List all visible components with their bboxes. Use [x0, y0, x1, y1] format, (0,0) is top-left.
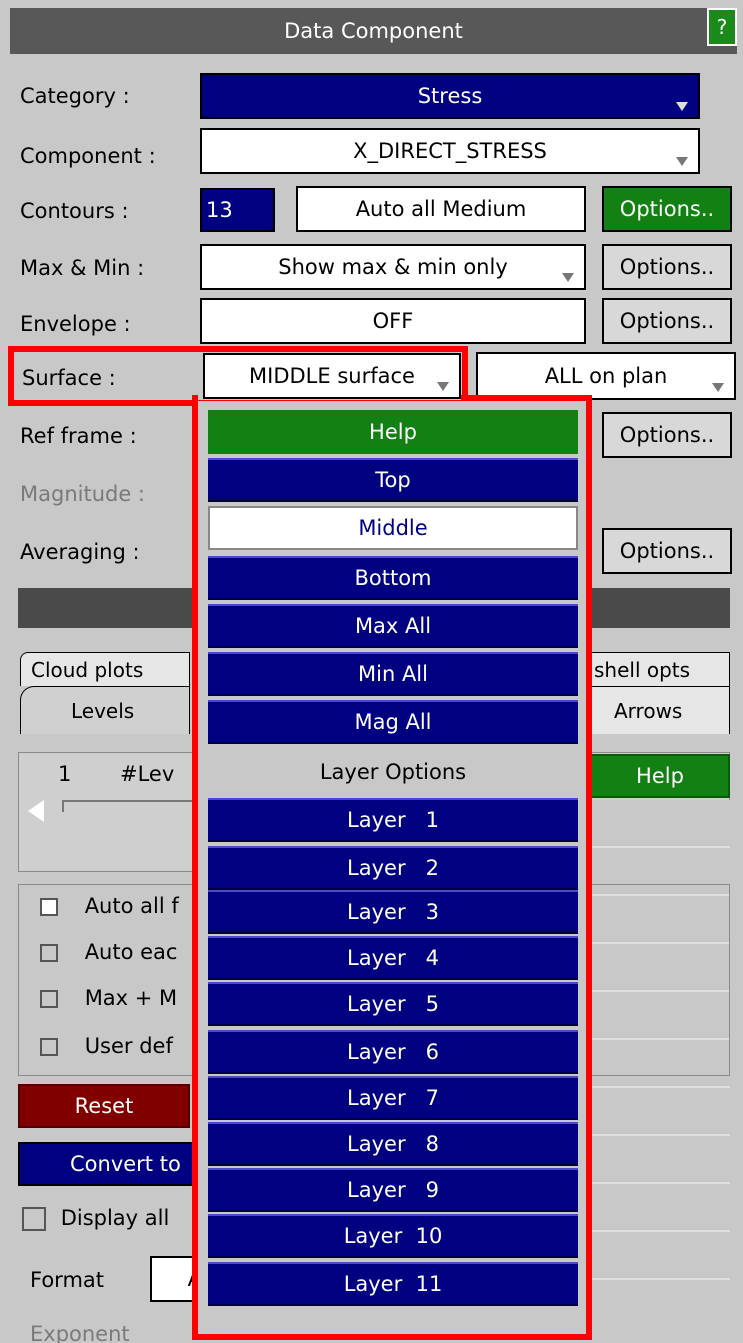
tab-levels[interactable]: Levels	[20, 686, 190, 734]
contours-label: Contours :	[20, 199, 129, 223]
dropdown-item-layer-7[interactable]: Layer 7	[208, 1076, 578, 1120]
reset-label: Reset	[74, 1094, 134, 1118]
checkbox-user-def[interactable]	[40, 1038, 58, 1056]
tab-cloud-plots-label: Cloud plots	[31, 657, 144, 682]
dropdown-layer-options-header: Layer Options	[208, 750, 578, 794]
contours-options-button[interactable]: Options..	[602, 186, 732, 232]
contours-count-input[interactable]: 13	[200, 188, 275, 232]
levels-count-label: #Lev	[120, 762, 175, 786]
category-dropdown[interactable]: Stress	[200, 73, 700, 119]
chevron-down-icon	[712, 383, 724, 392]
slider-left-arrow-icon[interactable]	[28, 800, 44, 822]
tab-arrows-label: Arrows	[614, 698, 683, 723]
averaging-options-button[interactable]: Options..	[602, 528, 732, 574]
dropdown-item-layer-2[interactable]: Layer 2	[208, 846, 578, 890]
component-dropdown[interactable]: X_DIRECT_STRESS	[200, 128, 700, 174]
convert-button[interactable]: Convert to	[18, 1142, 218, 1186]
surface-plan-value: ALL on plan	[544, 364, 668, 388]
category-label: Category :	[20, 84, 130, 108]
chevron-down-icon	[676, 102, 688, 111]
refframe-options-label: Options..	[619, 423, 715, 447]
refframe-label: Ref frame :	[20, 424, 137, 448]
dropdown-item-layer-6[interactable]: Layer 6	[208, 1030, 578, 1074]
chevron-down-icon	[437, 382, 449, 391]
component-label: Component :	[20, 144, 156, 168]
tab-shell-opts-label: shell opts	[594, 657, 691, 682]
checkbox-row[interactable]: Max + M	[40, 986, 177, 1010]
display-all-checkbox[interactable]	[22, 1207, 46, 1231]
averaging-options-label: Options..	[619, 539, 715, 563]
checkbox-auto-each-label: Auto eac	[84, 940, 178, 964]
levels-help-label: Help	[636, 764, 684, 788]
dropdown-item-layer-9[interactable]: Layer 9	[208, 1168, 578, 1212]
surface-label: Surface :	[22, 366, 116, 390]
checkbox-row[interactable]: Auto all f	[40, 894, 179, 918]
surface-dropdown[interactable]: MIDDLE surface	[203, 353, 461, 399]
dropdown-item-layer-10[interactable]: Layer 10	[208, 1214, 578, 1258]
contours-mode-value: Auto all Medium	[355, 197, 527, 221]
envelope-value: OFF	[372, 309, 414, 333]
envelope-label: Envelope :	[20, 312, 131, 336]
tab-shell-opts[interactable]: shell opts	[585, 652, 730, 686]
maxmin-value: Show max & min only	[278, 255, 508, 279]
dropdown-item-bottom[interactable]: Bottom	[208, 556, 578, 600]
envelope-options-label: Options..	[619, 309, 715, 333]
maxmin-label: Max & Min :	[20, 256, 145, 280]
format-label: Format	[30, 1268, 105, 1292]
surface-plan-dropdown[interactable]: ALL on plan	[476, 352, 736, 400]
tab-arrows[interactable]: Arrows	[585, 686, 730, 734]
dropdown-item-mag-all[interactable]: Mag All	[208, 700, 578, 744]
exponent-label: Exponent	[30, 1322, 130, 1343]
chevron-down-icon	[562, 273, 574, 282]
display-all-row[interactable]: Display all	[22, 1206, 169, 1231]
dropdown-item-layer-8[interactable]: Layer 8	[208, 1122, 578, 1166]
dropdown-item-min-all[interactable]: Min All	[208, 652, 578, 696]
checkbox-auto-all-label: Auto all f	[84, 894, 179, 918]
window-title: Data Component	[284, 19, 463, 43]
maxmin-options-label: Options..	[619, 255, 715, 279]
convert-label: Convert to	[70, 1152, 181, 1176]
levels-slider-track[interactable]	[62, 800, 202, 812]
window-title-bar: Data Component ?	[10, 8, 737, 54]
checkbox-auto-each[interactable]	[40, 944, 58, 962]
maxmin-dropdown[interactable]: Show max & min only	[200, 244, 586, 290]
dropdown-item-layer-3[interactable]: Layer 3	[208, 890, 578, 934]
tab-cloud-plots[interactable]: Cloud plots	[20, 652, 190, 686]
refframe-options-button[interactable]: Options..	[602, 412, 732, 458]
component-value: X_DIRECT_STRESS	[353, 139, 547, 163]
dropdown-item-max-all[interactable]: Max All	[208, 604, 578, 648]
checkbox-auto-all[interactable]	[40, 898, 58, 916]
display-all-label: Display all	[60, 1206, 170, 1230]
reset-button[interactable]: Reset	[18, 1084, 190, 1128]
tab-levels-label: Levels	[71, 698, 135, 723]
checkbox-user-def-label: User def	[84, 1034, 173, 1058]
category-value: Stress	[417, 84, 483, 108]
dropdown-item-middle[interactable]: Middle	[208, 506, 578, 550]
help-button[interactable]: ?	[707, 8, 737, 46]
checkbox-row[interactable]: User def	[40, 1034, 173, 1058]
contours-count-value: 13	[206, 198, 233, 222]
dropdown-item-layer-1[interactable]: Layer 1	[208, 798, 578, 842]
dropdown-item-layer-4[interactable]: Layer 4	[208, 936, 578, 980]
dropdown-item-top[interactable]: Top	[208, 458, 578, 502]
levels-min-value: 1	[58, 762, 72, 786]
contours-options-label: Options..	[619, 197, 715, 221]
contours-mode-button[interactable]: Auto all Medium	[296, 186, 586, 232]
surface-value: MIDDLE surface	[249, 364, 415, 388]
dropdown-item-layer-11[interactable]: Layer 11	[208, 1262, 578, 1306]
checkbox-row[interactable]: Auto eac	[40, 940, 177, 964]
envelope-button[interactable]: OFF	[200, 298, 586, 344]
levels-help-button[interactable]: Help	[590, 754, 730, 798]
dropdown-item-layer-5[interactable]: Layer 5	[208, 982, 578, 1026]
maxmin-options-button[interactable]: Options..	[602, 244, 732, 290]
dropdown-item-help[interactable]: Help	[208, 410, 578, 454]
averaging-label: Averaging :	[20, 540, 140, 564]
chevron-down-icon	[676, 157, 688, 166]
checkbox-max-min[interactable]	[40, 990, 58, 1008]
checkbox-max-min-label: Max + M	[84, 986, 178, 1010]
magnitude-label: Magnitude :	[20, 482, 146, 506]
envelope-options-button[interactable]: Options..	[602, 298, 732, 344]
